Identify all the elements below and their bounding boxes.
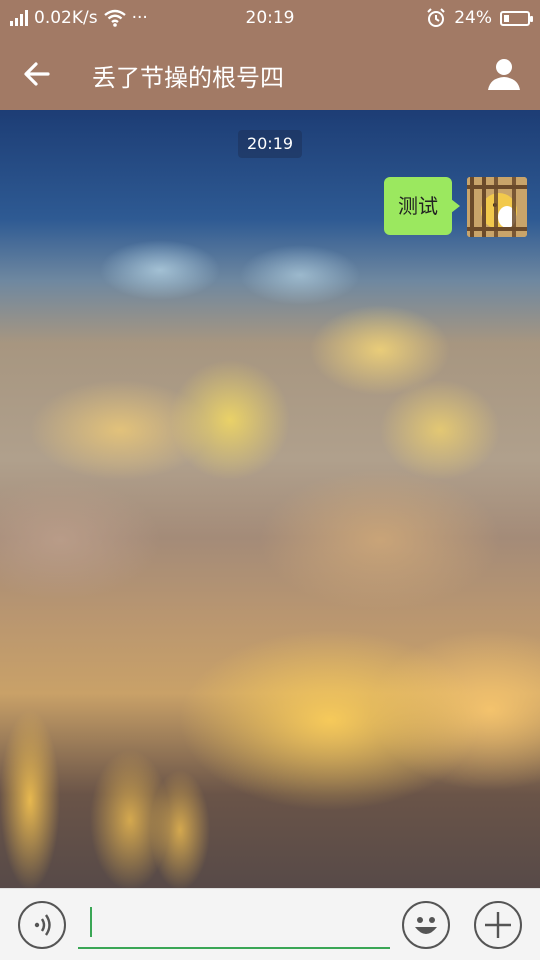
plus-icon [485,912,511,938]
text-caret [90,907,92,937]
plus-button[interactable] [474,901,522,949]
battery-percent: 24% [454,8,492,28]
message-bubble[interactable]: 测试 [384,177,460,235]
chat-title: 丢了节操的根号四 [92,64,284,92]
chat-area[interactable]: 20:19 测试 [0,110,540,888]
title-bar: 丢了节操的根号四 [0,40,540,110]
emoji-button[interactable] [402,901,450,949]
avatar-image [467,177,527,237]
avatar[interactable] [467,177,527,237]
status-bar: 0.02K/s ··· 20:19 24% [0,0,540,36]
alarm-icon [427,8,445,27]
message-timestamp: 20:19 [238,130,302,158]
person-icon[interactable] [484,54,524,94]
voice-icon [34,914,51,936]
battery-icon [500,10,533,26]
emoji-icon [415,917,437,934]
voice-button[interactable] [18,901,66,949]
input-bar [0,888,540,960]
message-input[interactable] [78,899,390,949]
top-bar: 0.02K/s ··· 20:19 24% 丢了节操的根号四 [0,0,540,110]
arrow-left-icon[interactable] [18,54,58,94]
battery-fill [504,14,509,22]
